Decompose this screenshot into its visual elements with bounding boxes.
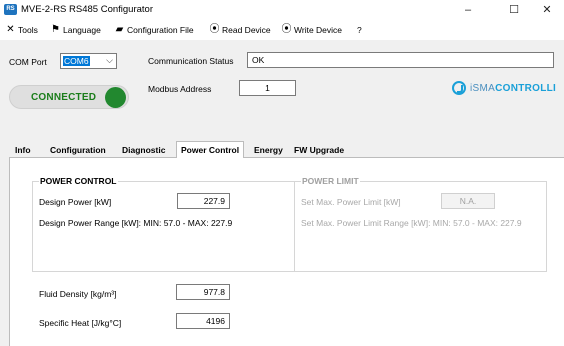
window-title: MVE-2-RS RS485 Configurator [21,4,153,15]
com-port-value: COM6 [63,56,90,66]
title-bar: RS MVE-2-RS RS485 Configurator – ☐ ✕ [0,0,564,20]
menu-bar: ✕ Tools ⚑ Language ▰ Configuration File … [0,20,564,40]
tab-energy[interactable]: Energy [254,144,283,157]
chevron-down-icon: ⌵ [106,55,113,65]
tab-power-control[interactable]: Power Control [176,141,245,158]
menu-tools-label: Tools [18,25,38,35]
write-device-icon: ⦿ [281,24,292,35]
tab-info[interactable]: Info [15,144,31,157]
menu-write-device[interactable]: ⦿ Write Device [281,20,343,40]
set-max-power-limit-field: N.A. [441,193,495,209]
specific-heat-field[interactable]: 4196 [176,313,230,329]
logo-mark-icon [452,81,466,95]
tab-configuration[interactable]: Configuration [50,144,106,157]
close-button[interactable]: ✕ [530,0,564,20]
connection-led [105,87,126,108]
folder-icon: ▰ [115,24,124,35]
app-icon: RS [4,4,17,15]
flag-icon: ⚑ [51,24,60,35]
specific-heat-label: Specific Heat [J/kg°C] [39,318,122,328]
modbus-address-field[interactable]: 1 [239,80,296,96]
menu-read-device[interactable]: ⦿ Read Device [209,20,271,40]
power-limit-title: POWER LIMIT [301,176,360,186]
communication-status-field[interactable]: OK [247,52,554,68]
tab-fw-upgrade[interactable]: FW Upgrade [294,144,344,157]
menu-tools[interactable]: ✕ Tools [5,20,38,40]
maximize-button[interactable]: ☐ [497,0,531,20]
power-control-panel: POWER CONTROL Design Power [kW] 227.9 De… [9,157,564,346]
connected-status-text: CONNECTED [31,92,97,103]
com-port-select[interactable]: COM6 ⌵ [60,53,117,69]
menu-language[interactable]: ⚑ Language [50,20,101,40]
communication-status-label: Communication Status [148,56,234,66]
power-control-title: POWER CONTROL [39,176,118,186]
modbus-address-label: Modbus Address [148,84,212,94]
menu-write-device-label: Write Device [294,25,343,35]
power-control-group: POWER CONTROL Design Power [kW] 227.9 De… [32,176,295,272]
com-port-label: COM Port [9,57,47,67]
design-power-field[interactable]: 227.9 [177,193,230,209]
design-power-label: Design Power [kW] [39,197,112,207]
power-limit-group: POWER LIMIT Set Max. Power Limit [kW] N.… [294,176,547,272]
menu-configuration-file[interactable]: ▰ Configuration File [114,20,194,40]
set-max-power-limit-label: Set Max. Power Limit [kW] [301,197,401,207]
design-power-range-text: Design Power Range [kW]: MIN: 57.0 - MAX… [39,218,233,228]
menu-language-label: Language [63,25,101,35]
connection-indicator: CONNECTED [9,85,129,109]
minimize-button[interactable]: – [451,0,485,20]
menu-read-device-label: Read Device [222,25,271,35]
tab-diagnostic[interactable]: Diagnostic [122,144,165,157]
fluid-density-field[interactable]: 977.8 [176,284,230,300]
menu-help[interactable]: ? [357,20,362,40]
fluid-density-label: Fluid Density [kg/m³] [39,289,117,299]
ismacontrolli-logo: iSMACONTROLLI [452,81,556,95]
read-device-icon: ⦿ [209,24,220,35]
tools-icon: ✕ [6,24,15,35]
menu-config-file-label: Configuration File [127,25,194,35]
set-max-power-limit-range-text: Set Max. Power Limit Range [kW]: MIN: 57… [301,218,522,228]
